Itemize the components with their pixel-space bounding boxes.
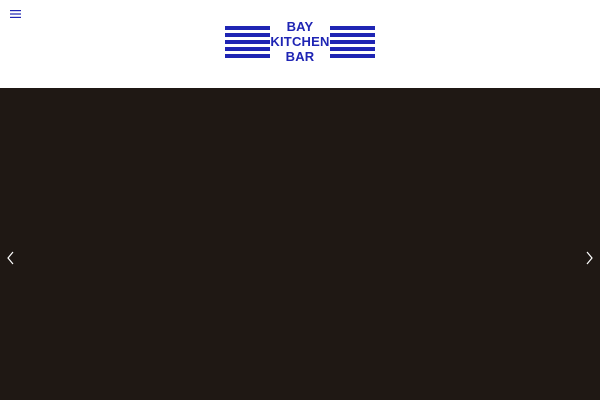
logo-line-2: KITCHEN (270, 34, 330, 49)
chevron-right-icon[interactable] (584, 250, 594, 266)
site-header: BAY KITCHEN BAR (0, 0, 600, 88)
logo-line-3: BAR (285, 49, 315, 64)
hamburger-menu-icon[interactable] (8, 8, 24, 22)
logo-line-1: BAY (286, 19, 314, 34)
chevron-left-icon[interactable] (6, 250, 16, 266)
hero-slider (0, 88, 600, 400)
logo-wordmark: BAY KITCHEN BAR (225, 20, 375, 64)
bay-kitchen-bar-logo[interactable]: BAY KITCHEN BAR (225, 20, 375, 64)
